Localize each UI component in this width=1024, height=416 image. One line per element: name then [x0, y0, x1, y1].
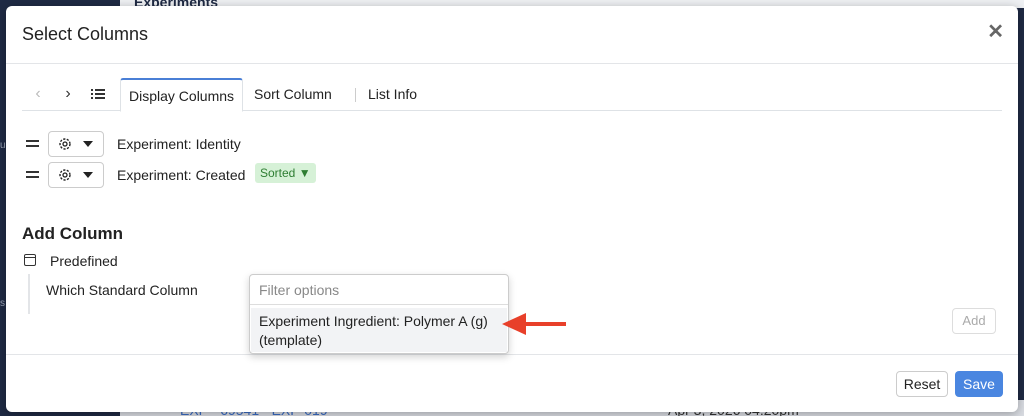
background-sidebar-text: u — [0, 140, 6, 151]
chevron-left-icon[interactable]: ‹ — [28, 84, 48, 104]
close-icon[interactable]: ✕ — [987, 22, 1004, 42]
modal-header: Select Columns ✕ — [6, 6, 1018, 64]
predefined-label: Predefined — [50, 253, 118, 269]
modal-footer: Reset Save — [6, 354, 1018, 412]
chevron-down-icon — [83, 141, 93, 147]
dropdown-option[interactable]: Experiment Ingredient: Polymer A (g) (te… — [251, 308, 507, 352]
tab-sort-column[interactable]: Sort Column — [246, 78, 340, 111]
modal-title: Select Columns — [22, 24, 149, 44]
column-label: Experiment: Identity — [117, 136, 241, 152]
chevron-down-icon — [83, 172, 93, 178]
drag-handle-icon[interactable] — [24, 135, 40, 151]
tab-divider — [355, 88, 356, 102]
which-standard-column-group: Which Standard Column — [28, 274, 228, 314]
column-settings-button[interactable] — [48, 162, 104, 188]
reset-button[interactable]: Reset — [896, 371, 948, 397]
tab-bar: ‹ › Display Columns Sort Column List Inf… — [22, 78, 1002, 112]
list-icon[interactable] — [88, 84, 108, 104]
gear-icon — [59, 138, 71, 150]
drag-handle-icon[interactable] — [24, 166, 40, 182]
add-column-heading: Add Column — [22, 224, 124, 243]
which-standard-column-label: Which Standard Column — [46, 282, 198, 298]
tab-list-info[interactable]: List Info — [360, 78, 425, 111]
tab-display-columns[interactable]: Display Columns — [120, 78, 244, 112]
column-label: Experiment: Created — [117, 167, 246, 183]
column-settings-button[interactable] — [48, 131, 104, 157]
annotation-arrow-icon — [502, 313, 566, 335]
chevron-right-icon[interactable]: › — [58, 84, 78, 104]
add-button[interactable]: Add — [952, 308, 996, 334]
filter-options-input[interactable] — [250, 275, 508, 305]
select-columns-modal: Select Columns ✕ ‹ › Display Columns Sor… — [6, 6, 1018, 412]
gear-icon — [59, 169, 71, 181]
calendar-icon — [24, 254, 36, 266]
background-sidebar-text: s — [0, 298, 5, 309]
column-options-dropdown: Experiment Ingredient: Polymer A (g) (te… — [249, 274, 509, 354]
save-button[interactable]: Save — [955, 371, 1003, 397]
sorted-badge[interactable]: Sorted ▼ — [255, 163, 316, 183]
